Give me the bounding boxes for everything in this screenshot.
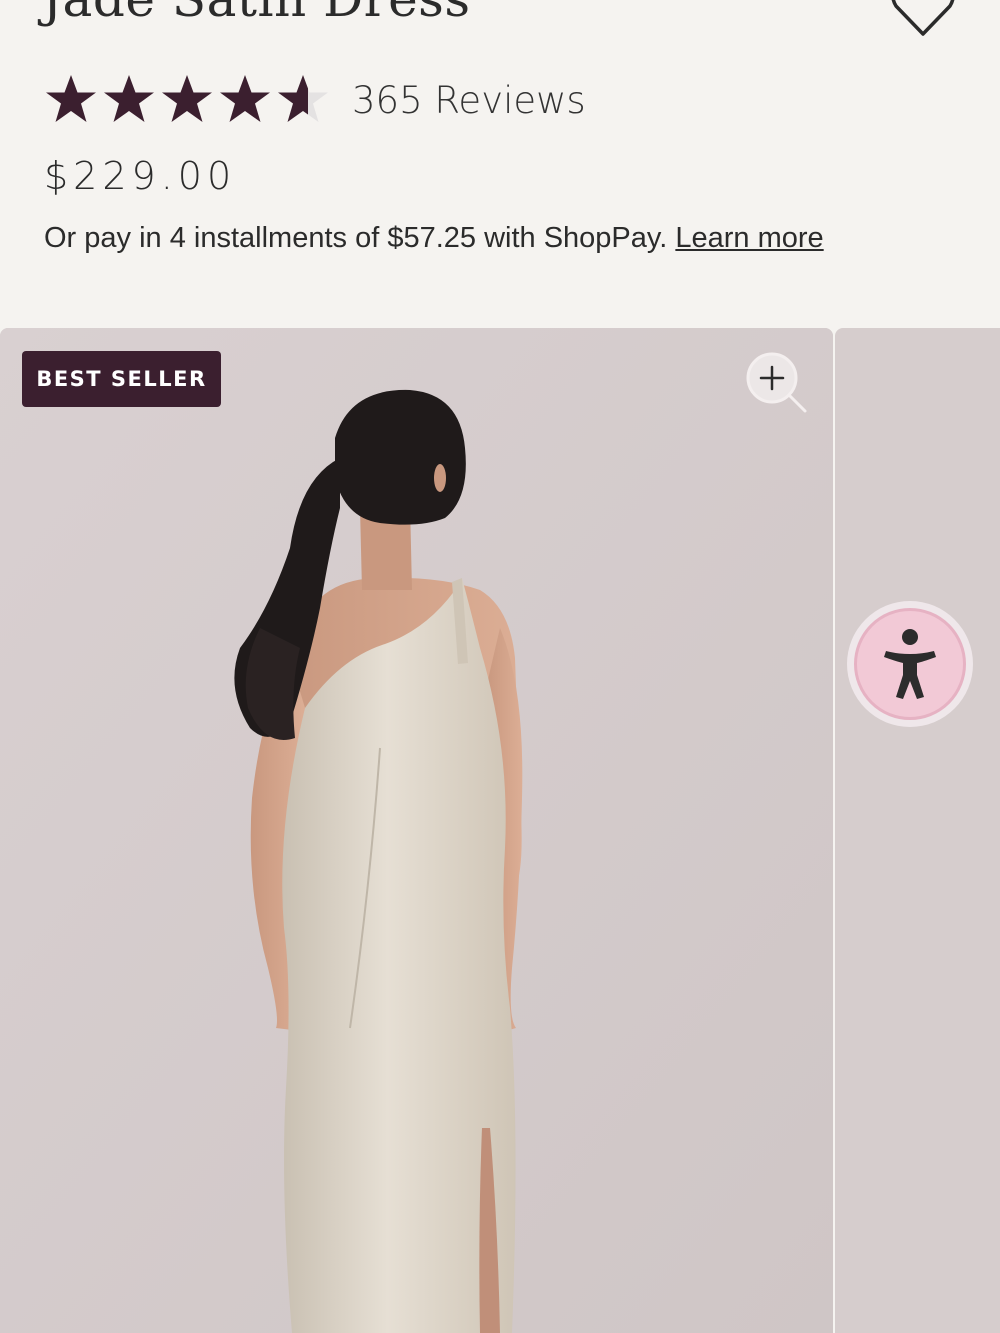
accessibility-button-inner [854, 608, 966, 720]
product-photo[interactable]: BEST SELLER [0, 328, 833, 1333]
rating-row[interactable]: 365 Reviews [44, 72, 586, 128]
star-icon [278, 75, 328, 122]
star-icon [162, 75, 212, 122]
learn-more-link[interactable]: Learn more [675, 222, 823, 254]
installments-text: Or pay in 4 installments of $57.25 with … [44, 222, 824, 255]
accessibility-icon [884, 629, 936, 699]
product-gallery[interactable]: BEST SELLER [0, 328, 1000, 1333]
next-product-photo[interactable] [835, 328, 1000, 1333]
star-icon [220, 75, 270, 122]
accessibility-button[interactable] [847, 601, 973, 727]
star-icon [46, 75, 96, 122]
star-rating [44, 73, 330, 127]
product-title: Jade Satin Dress [42, 0, 470, 28]
review-count-link[interactable]: 365 Reviews [352, 79, 586, 122]
dress-photo-image [0, 328, 833, 1333]
heart-icon[interactable] [888, 0, 958, 38]
product-price: $229.00 [44, 154, 237, 198]
zoom-in-icon[interactable] [744, 350, 810, 416]
best-seller-badge: BEST SELLER [22, 351, 221, 407]
star-icon [104, 75, 154, 122]
installments-label: Or pay in 4 installments of $57.25 with … [44, 222, 676, 254]
product-header: Jade Satin Dress 365 Reviews $229.00 Or … [0, 0, 1000, 330]
